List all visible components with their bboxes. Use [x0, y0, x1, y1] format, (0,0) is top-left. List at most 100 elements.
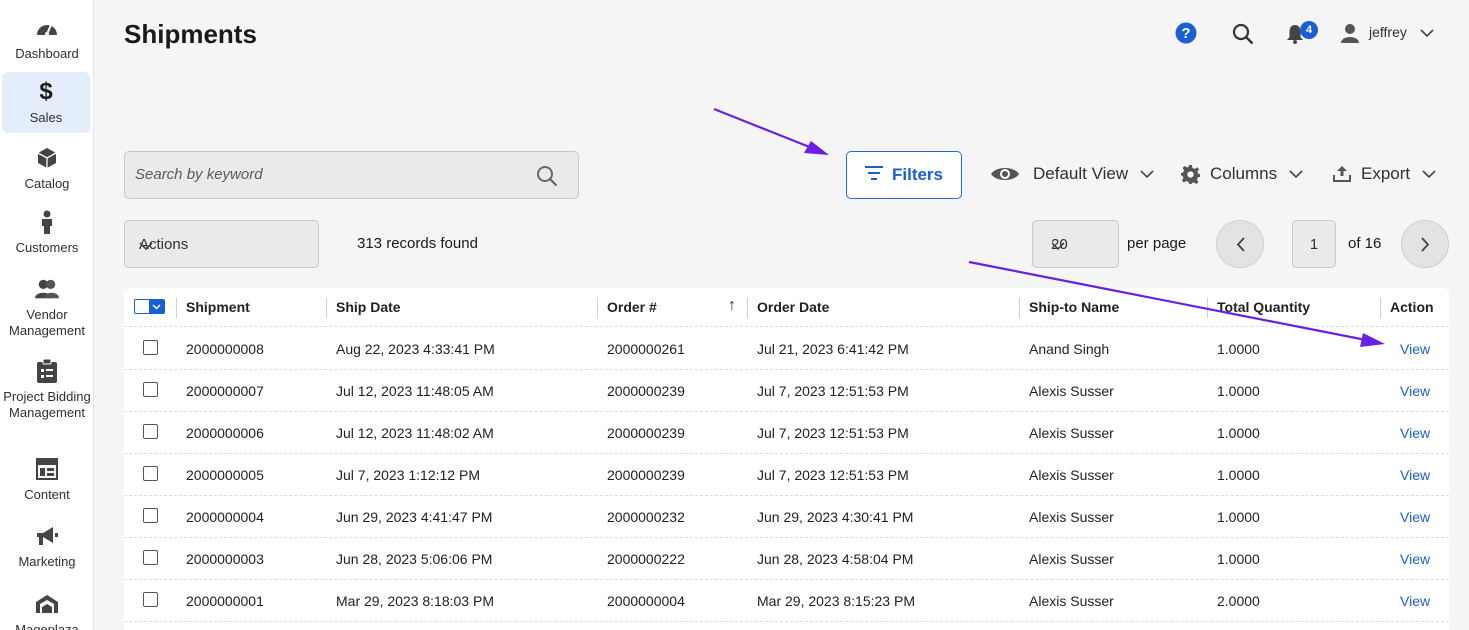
eye-icon — [990, 165, 1020, 183]
records-count: 313 records found — [357, 235, 478, 252]
help-icon[interactable]: ? — [1175, 22, 1197, 44]
sidebar-item-label: Catalog — [24, 176, 70, 191]
ship-date: Jun 29, 2023 4:41:47 PM — [336, 509, 493, 525]
select-all-checkbox[interactable] — [134, 299, 165, 314]
row-checkbox[interactable] — [143, 550, 158, 565]
order-date: Jul 7, 2023 12:51:53 PM — [757, 425, 909, 441]
row-checkbox[interactable] — [143, 424, 158, 439]
search-icon[interactable] — [536, 165, 558, 192]
column-header-ship-to-name[interactable]: Ship-to Name — [1029, 299, 1119, 315]
column-header-action: Action — [1390, 299, 1434, 315]
per-page-label: per page — [1127, 235, 1187, 252]
table-header: Shipment Ship Date Order # ↑ Order Date … — [124, 288, 1449, 327]
column-header-total-quantity[interactable]: Total Quantity — [1217, 299, 1310, 315]
row-checkbox[interactable] — [143, 466, 158, 481]
next-page-button[interactable] — [1401, 220, 1449, 268]
order-number: 2000000232 — [607, 509, 685, 525]
view-link[interactable]: View — [1400, 593, 1430, 609]
row-checkbox[interactable] — [143, 592, 158, 607]
sidebar-item-label: Customers — [15, 240, 79, 255]
column-header-ship-date[interactable]: Ship Date — [336, 299, 401, 315]
export-dropdown[interactable]: Export — [1333, 160, 1436, 188]
search-input[interactable] — [135, 166, 515, 183]
sidebar-item-vendor-management[interactable]: Vendor Management — [0, 277, 94, 339]
view-link[interactable]: View — [1400, 341, 1430, 357]
chevron-down-icon — [1051, 238, 1106, 255]
sort-ascending-icon[interactable]: ↑ — [728, 297, 736, 315]
sidebar-item-label: Mageplaza — [15, 622, 79, 630]
sidebar-item-dashboard[interactable]: Dashboard — [0, 16, 94, 62]
ship-date: Aug 22, 2023 4:33:41 PM — [336, 341, 495, 357]
table-row: 2000000008 Aug 22, 2023 4:33:41 PM 20000… — [124, 328, 1449, 370]
user-name[interactable]: jeffrey — [1369, 24, 1407, 40]
ship-to-name: Alexis Susser — [1029, 509, 1114, 525]
order-number: 2000000222 — [607, 551, 685, 567]
shipment-id: 2000000008 — [186, 341, 264, 357]
export-label: Export — [1361, 164, 1411, 183]
column-header-shipment[interactable]: Shipment — [186, 299, 250, 315]
shipment-id: 2000000006 — [186, 425, 264, 441]
chevron-down-icon — [1140, 169, 1154, 179]
shipments-table: Shipment Ship Date Order # ↑ Order Date … — [124, 288, 1449, 630]
row-checkbox[interactable] — [143, 382, 158, 397]
sidebar-item-label: Content — [24, 487, 70, 502]
row-checkbox[interactable] — [143, 340, 158, 355]
chevron-down-icon[interactable] — [1420, 26, 1434, 40]
sidebar-item-sales[interactable]: $ Sales — [2, 72, 90, 133]
gear-icon — [1181, 164, 1200, 184]
order-date: Jun 28, 2023 4:58:04 PM — [757, 551, 914, 567]
order-date: Jun 29, 2023 4:30:41 PM — [757, 509, 914, 525]
sidebar-item-label: Dashboard — [15, 46, 79, 61]
cube-icon — [35, 146, 59, 170]
filters-button[interactable]: Filters — [846, 151, 962, 199]
view-link[interactable]: View — [1400, 509, 1430, 525]
page-title: Shipments — [124, 19, 257, 49]
order-number: 2000000004 — [607, 593, 685, 609]
total-quantity: 2.0000 — [1217, 593, 1260, 609]
columns-dropdown[interactable]: Columns — [1181, 160, 1303, 188]
sidebar-item-project-bidding[interactable]: Project Bidding Management — [0, 359, 94, 421]
columns-label: Columns — [1210, 164, 1278, 183]
sidebar-item-catalog[interactable]: Catalog — [0, 146, 94, 192]
view-link[interactable]: View — [1400, 467, 1430, 483]
row-checkbox[interactable] — [143, 508, 158, 523]
page-number-input[interactable]: 1 — [1292, 220, 1336, 268]
per-page-select[interactable]: 20 — [1032, 220, 1119, 268]
shipment-id: 2000000004 — [186, 509, 264, 525]
layout-icon — [35, 457, 59, 481]
default-view-dropdown[interactable]: Default View — [990, 160, 1154, 188]
chevron-left-icon — [1236, 236, 1245, 252]
view-link[interactable]: View — [1400, 383, 1430, 399]
chevron-down-icon[interactable] — [149, 300, 164, 313]
order-date: Jul 7, 2023 12:51:53 PM — [757, 467, 909, 483]
sidebar-item-label: Vendor Management — [9, 307, 85, 338]
total-quantity: 1.0000 — [1217, 551, 1260, 567]
sidebar-item-mageplaza[interactable]: Mageplaza — [0, 592, 94, 630]
ship-to-name: Alexis Susser — [1029, 383, 1114, 399]
ship-date: Jul 12, 2023 11:48:05 AM — [336, 383, 494, 399]
export-icon — [1333, 166, 1351, 182]
ship-to-name: Alexis Susser — [1029, 593, 1114, 609]
view-link[interactable]: View — [1400, 425, 1430, 441]
ship-date: Jul 12, 2023 11:48:02 AM — [336, 425, 494, 441]
ship-to-name: Alexis Susser — [1029, 467, 1114, 483]
order-date: Jul 21, 2023 6:41:42 PM — [757, 341, 909, 357]
order-date: Jul 7, 2023 12:51:53 PM — [757, 383, 909, 399]
total-quantity: 1.0000 — [1217, 467, 1260, 483]
search-box — [124, 151, 579, 199]
sidebar-item-label: Sales — [29, 110, 63, 125]
column-header-order-date[interactable]: Order Date — [757, 299, 829, 315]
view-link[interactable]: View — [1400, 551, 1430, 567]
sidebar-item-customers[interactable]: Customers — [0, 210, 94, 256]
prev-page-button[interactable] — [1216, 220, 1264, 268]
svg-text:?: ? — [1181, 25, 1190, 42]
vendors-icon — [35, 277, 59, 301]
user-avatar-icon[interactable] — [1339, 22, 1361, 44]
table-row: 2000000006 Jul 12, 2023 11:48:02 AM 2000… — [124, 412, 1449, 454]
column-header-order-number[interactable]: Order # — [607, 299, 657, 315]
search-icon[interactable] — [1231, 22, 1255, 46]
sidebar-item-marketing[interactable]: Marketing — [0, 524, 94, 570]
sidebar-item-content[interactable]: Content — [0, 457, 94, 503]
mageplaza-icon — [35, 592, 59, 616]
actions-select[interactable]: Actions — [124, 220, 319, 268]
